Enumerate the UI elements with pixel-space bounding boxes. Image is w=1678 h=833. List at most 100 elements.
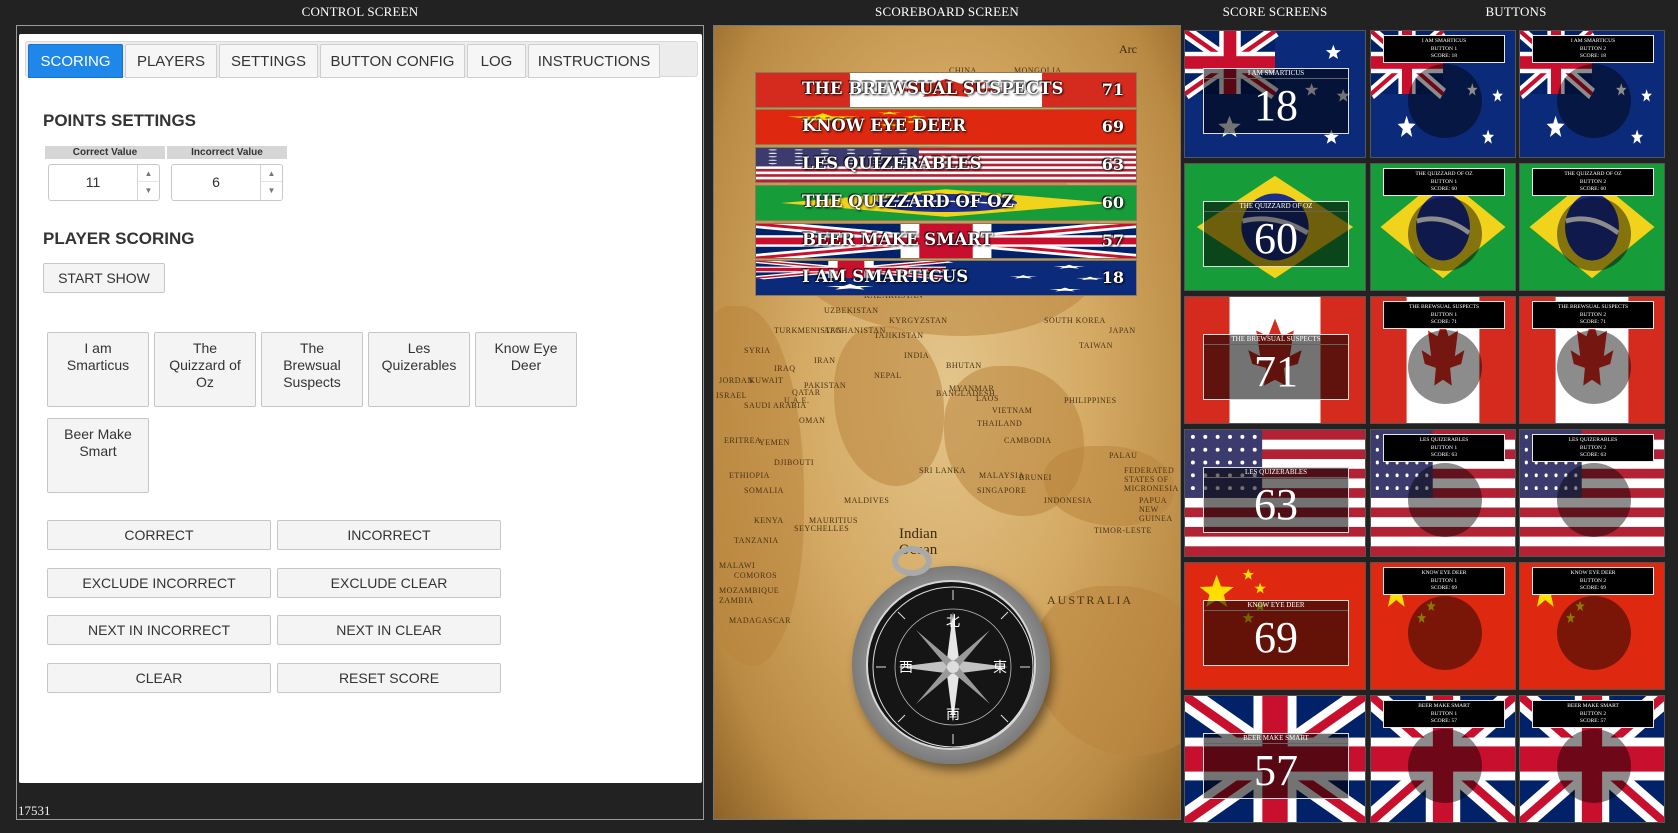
button-screen-team-name: BEER MAKE SMART <box>1418 703 1470 709</box>
buzzer-circle[interactable] <box>1557 596 1631 670</box>
button-screen-score: SCORE: 69 <box>1430 585 1458 591</box>
exclude-incorrect-button[interactable]: EXCLUDE INCORRECT <box>47 568 271 598</box>
player-button-i-am-smarticus[interactable]: I am Smarticus <box>47 332 149 407</box>
map-label: QATAR <box>792 388 821 397</box>
correct-button[interactable]: CORRECT <box>47 520 271 550</box>
button-screen-info: I AM SMARTICUS BUTTON 1 SCORE: 18 <box>1383 35 1505 63</box>
buzzer-circle[interactable] <box>1557 330 1631 404</box>
player-button-the-quizzard-of-oz[interactable]: The Quizzard of Oz <box>154 332 256 407</box>
buzzer-circle[interactable] <box>1408 330 1482 404</box>
map-label: PALAU <box>1109 451 1138 460</box>
button-screen-info: I AM SMARTICUS BUTTON 2 SCORE: 18 <box>1532 35 1654 63</box>
map-label: ZAMBIA <box>719 596 754 605</box>
decrement-arrow-icon[interactable]: ▼ <box>138 182 159 199</box>
control-screen-title: CONTROL SCREEN <box>301 4 419 19</box>
incorrect-button[interactable]: INCORRECT <box>277 520 501 550</box>
tab-log[interactable]: LOG <box>467 44 526 78</box>
increment-arrow-icon[interactable]: ▲ <box>138 165 159 182</box>
control-screen: SCORING PLAYERS SETTINGS BUTTON CONFIG L… <box>16 25 704 820</box>
map-label: ISRAEL <box>716 391 747 400</box>
player-button-beer-make-smart[interactable]: Beer Make Smart <box>47 418 149 493</box>
incorrect-value-input[interactable]: 6 <box>172 165 260 200</box>
stepper-arrows: ▲ ▼ <box>260 165 282 200</box>
buzzer-circle[interactable] <box>1408 64 1482 138</box>
map-label: SOMALIA <box>744 486 784 495</box>
map-label: INDONESIA <box>1044 496 1093 505</box>
button-screen-info: KNOW EYE DEER BUTTON 2 SCORE: 69 <box>1532 567 1654 595</box>
map-label: MADAGASCAR <box>729 616 791 625</box>
next-in-incorrect-button[interactable]: NEXT IN INCORRECT <box>47 615 271 645</box>
score-screen-score: 69 <box>1203 610 1349 666</box>
button-screen-score: SCORE: 63 <box>1579 452 1607 458</box>
map-label: MALAYSIA <box>979 471 1025 480</box>
scoreboard-row: THE BREWSUAL SUSPECTS 71 <box>755 72 1137 108</box>
buzzer-circle[interactable] <box>1408 197 1482 271</box>
buzzer-circle[interactable] <box>1408 463 1482 537</box>
map-label: MALDIVES <box>844 496 890 505</box>
button-screen-button-number: BUTTON 1 <box>1430 710 1458 717</box>
button-screen-button-number: BUTTON 2 <box>1579 577 1607 584</box>
map-label: BHUTAN <box>946 361 982 370</box>
button-screen-team-name: KNOW EYE DEER <box>1570 570 1616 576</box>
buzzer-circle[interactable] <box>1408 596 1482 670</box>
buzzer-circle[interactable] <box>1557 64 1631 138</box>
next-in-clear-button[interactable]: NEXT IN CLEAR <box>277 615 501 645</box>
button-screen-tile: I AM SMARTICUS BUTTON 2 SCORE: 18 <box>1519 30 1665 158</box>
tab-button-config[interactable]: BUTTON CONFIG <box>320 44 465 78</box>
correct-value-stepper[interactable]: 11 ▲ ▼ <box>48 164 160 201</box>
player-button-know-eye-deer[interactable]: Know Eye Deer <box>475 332 577 407</box>
button-screen-tile: THE QUIZZARD OF OZ BUTTON 1 SCORE: 60 <box>1370 163 1516 291</box>
points-settings-heading: POINTS SETTINGS <box>43 111 197 130</box>
button-screen-team-name: I AM SMARTICUS <box>1570 38 1616 44</box>
clear-button[interactable]: CLEAR <box>47 663 271 693</box>
buzzer-circle[interactable] <box>1557 463 1631 537</box>
map-label: FEDERATED STATES OF MICRONESIA <box>1124 466 1179 493</box>
tab-scoring[interactable]: SCORING <box>28 44 123 78</box>
map-label: TIMOR-LESTE <box>1094 526 1152 535</box>
buzzer-circle[interactable] <box>1408 729 1482 803</box>
decrement-arrow-icon[interactable]: ▼ <box>261 182 282 199</box>
compass-image: 北 南 西 東 <box>852 546 1050 764</box>
exclude-clear-button[interactable]: EXCLUDE CLEAR <box>277 568 501 598</box>
score-screens-title: SCORE SCREENS <box>1222 4 1328 19</box>
tab-settings[interactable]: SETTINGS <box>219 44 318 78</box>
player-scoring-heading: PLAYER SCORING <box>43 229 195 248</box>
button-screen-score: SCORE: 69 <box>1579 585 1607 591</box>
score-screen-tile: KNOW EYE DEER 69 <box>1184 562 1366 690</box>
incorrect-value-stepper[interactable]: 6 ▲ ▼ <box>171 164 283 201</box>
player-button-les-quizerables[interactable]: Les Quizerables <box>368 332 470 407</box>
button-screen-team-name: THE BREWSUAL SUSPECTS <box>1408 304 1480 310</box>
buzzer-circle[interactable] <box>1557 729 1631 803</box>
score-screen-tile: BEER MAKE SMART 57 <box>1184 695 1366 823</box>
map-label: KYRGYZSTAN <box>889 316 948 325</box>
button-screen-info: KNOW EYE DEER BUTTON 1 SCORE: 69 <box>1383 567 1505 595</box>
button-screen-tile: LES QUIZERABLES BUTTON 2 SCORE: 63 <box>1519 429 1665 557</box>
scoreboard-team-score: 63 <box>1101 155 1124 174</box>
buzzer-circle[interactable] <box>1557 197 1631 271</box>
tab-players[interactable]: PLAYERS <box>125 44 217 78</box>
correct-value-input[interactable]: 11 <box>49 165 137 200</box>
tab-bar: SCORING PLAYERS SETTINGS BUTTON CONFIG L… <box>25 41 698 78</box>
map-label: MALAWI <box>719 561 756 570</box>
score-screen-score: 18 <box>1203 78 1349 134</box>
map-label: BANGLADESH <box>936 389 996 398</box>
button-screen-button-number: BUTTON 1 <box>1430 311 1458 318</box>
scoreboard-row: LES QUIZERABLES 63 <box>755 147 1137 183</box>
scoreboard-team-name: LES QUIZERABLES <box>802 154 982 173</box>
button-screen-tile: THE BREWSUAL SUSPECTS BUTTON 2 SCORE: 71 <box>1519 296 1665 424</box>
map-label: TURKMENISTAN <box>774 326 843 335</box>
player-button-the-brewsual-suspects[interactable]: The Brewsual Suspects <box>261 332 363 407</box>
scoreboard-screen-title: SCOREBOARD SCREEN <box>875 4 1019 19</box>
reset-score-button[interactable]: RESET SCORE <box>277 663 501 693</box>
svg-text:西: 西 <box>899 660 913 676</box>
tab-instructions[interactable]: INSTRUCTIONS <box>528 44 660 78</box>
button-screen-button-number: BUTTON 2 <box>1579 45 1607 52</box>
increment-arrow-icon[interactable]: ▲ <box>261 165 282 182</box>
button-screen-team-name: KNOW EYE DEER <box>1421 570 1467 576</box>
start-show-button[interactable]: START SHOW <box>43 263 165 293</box>
button-screen-tile: I AM SMARTICUS BUTTON 1 SCORE: 18 <box>1370 30 1516 158</box>
svg-text:南: 南 <box>946 707 960 723</box>
button-screen-score: SCORE: 57 <box>1430 718 1458 724</box>
button-screen-info: THE QUIZZARD OF OZ BUTTON 2 SCORE: 60 <box>1532 168 1654 196</box>
map-label: BRUNEI <box>1019 473 1052 482</box>
